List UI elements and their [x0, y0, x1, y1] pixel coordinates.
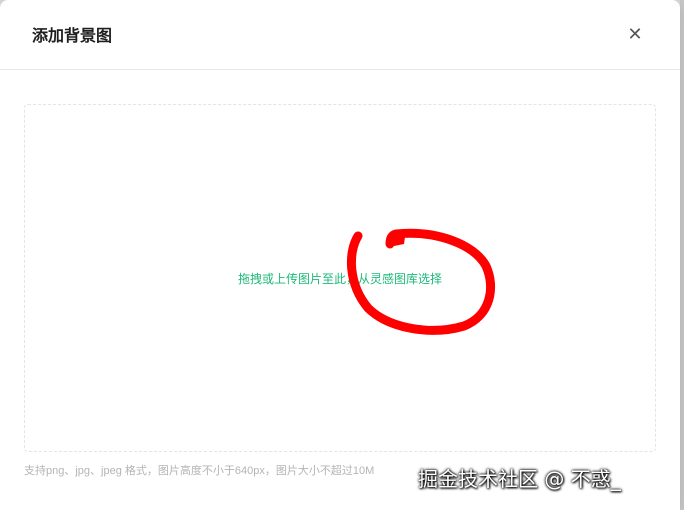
upload-format-hint: 支持png、jpg、jpeg 格式，图片高度不小于640px，图片大小不超过10…	[24, 465, 375, 477]
dialog-title: 添加背景图	[32, 26, 113, 45]
dialog-header: 添加背景图 ✕	[0, 0, 680, 70]
close-icon[interactable]: ✕	[624, 24, 646, 46]
watermark-text: 掘金技术社区 @ 不惑_	[418, 467, 621, 491]
background-page-edge	[680, 0, 684, 510]
red-circle-annotation	[346, 228, 496, 335]
